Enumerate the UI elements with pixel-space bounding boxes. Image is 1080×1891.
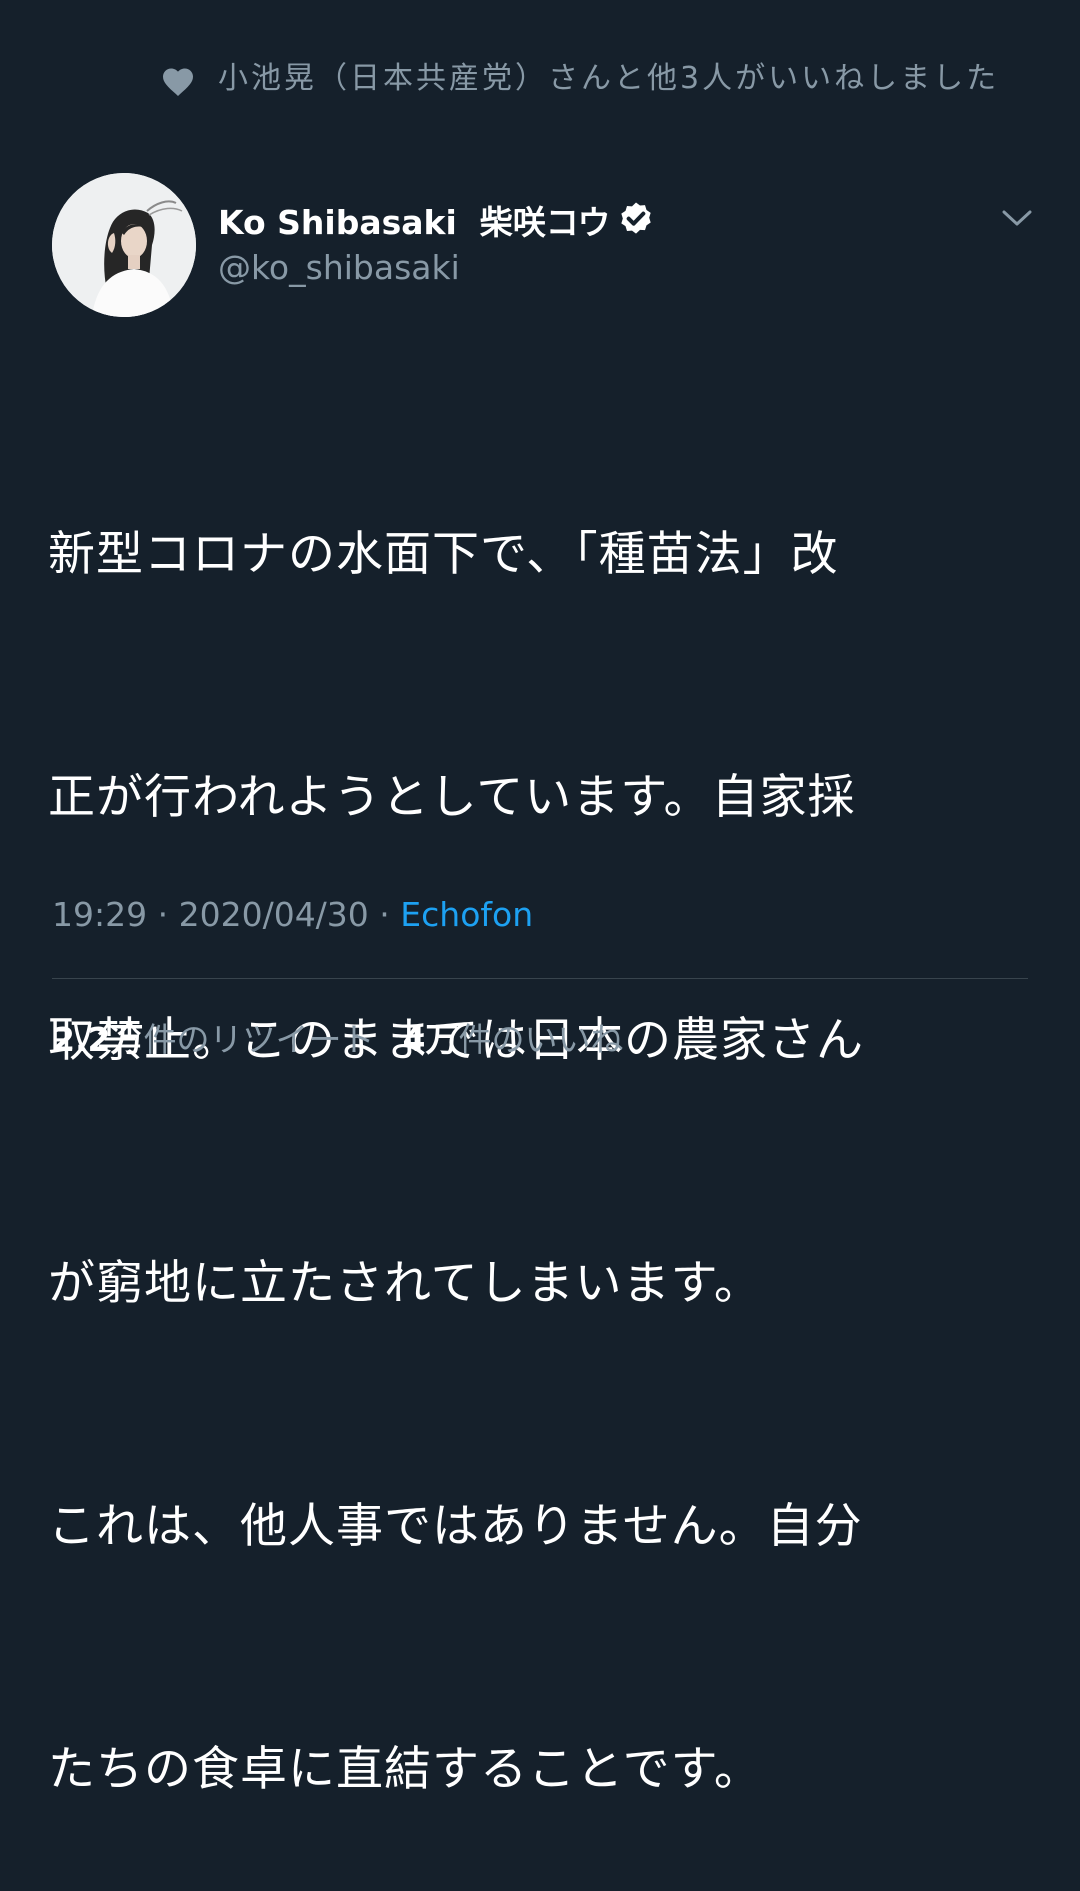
verified-badge-icon xyxy=(621,202,652,234)
meta-separator: · xyxy=(147,895,179,934)
tweet-line: 新型コロナの水面下で、「種苗法」改 xyxy=(48,527,839,582)
tweet-line: これは、他人事ではありません。自分 xyxy=(48,1499,863,1554)
likes-count: 4万 xyxy=(402,1020,459,1059)
tweet-client-link[interactable]: Echofon xyxy=(400,895,533,934)
tweet-line: たちの食卓に直結することです。 xyxy=(48,1742,762,1797)
tweet-time[interactable]: 19:29 xyxy=(52,895,147,934)
tweet-line: が窮地に立たされてしまいます。 xyxy=(48,1256,762,1311)
likes-label: 件のいいね xyxy=(458,1020,624,1059)
avatar[interactable] xyxy=(52,173,196,317)
tweet-meta: 19:29 · 2020/04/30 · Echofon xyxy=(52,895,533,934)
retweets-count: 2.2万 xyxy=(52,1020,144,1059)
liked-by-text: 小池晃（日本共産党）さんと他3人がいいねしました xyxy=(218,61,1000,96)
retweets-label: 件のリツイート xyxy=(143,1020,375,1059)
liked-by-context[interactable]: 小池晃（日本共産党）さんと他3人がいいねしました xyxy=(160,56,1020,102)
author-handle[interactable]: @ko_shibasaki xyxy=(218,248,460,287)
likes-stat[interactable]: 4万件のいいね xyxy=(402,1013,623,1061)
chevron-down-icon[interactable] xyxy=(998,204,1036,232)
author-name-row[interactable]: Ko Shibasaki 柴咲コウ xyxy=(218,193,656,247)
tweet-date[interactable]: 2020/04/30 xyxy=(179,895,369,934)
avatar-image xyxy=(52,173,196,317)
tweet-line: 正が行われようとしています。自家採 xyxy=(48,770,856,825)
display-name[interactable]: Ko Shibasaki 柴咲コウ xyxy=(218,196,610,244)
tweet-text: 新型コロナの水面下で、「種苗法」改 正が行われようとしています。自家採 取禁止。… xyxy=(48,352,1038,1891)
tweet-stats: 2.2万件のリツイート 4万件のいいね xyxy=(52,1013,623,1061)
meta-separator: · xyxy=(368,895,401,934)
divider xyxy=(52,978,1028,979)
heart-icon xyxy=(163,68,193,96)
retweets-stat[interactable]: 2.2万件のリツイート xyxy=(52,1013,374,1061)
